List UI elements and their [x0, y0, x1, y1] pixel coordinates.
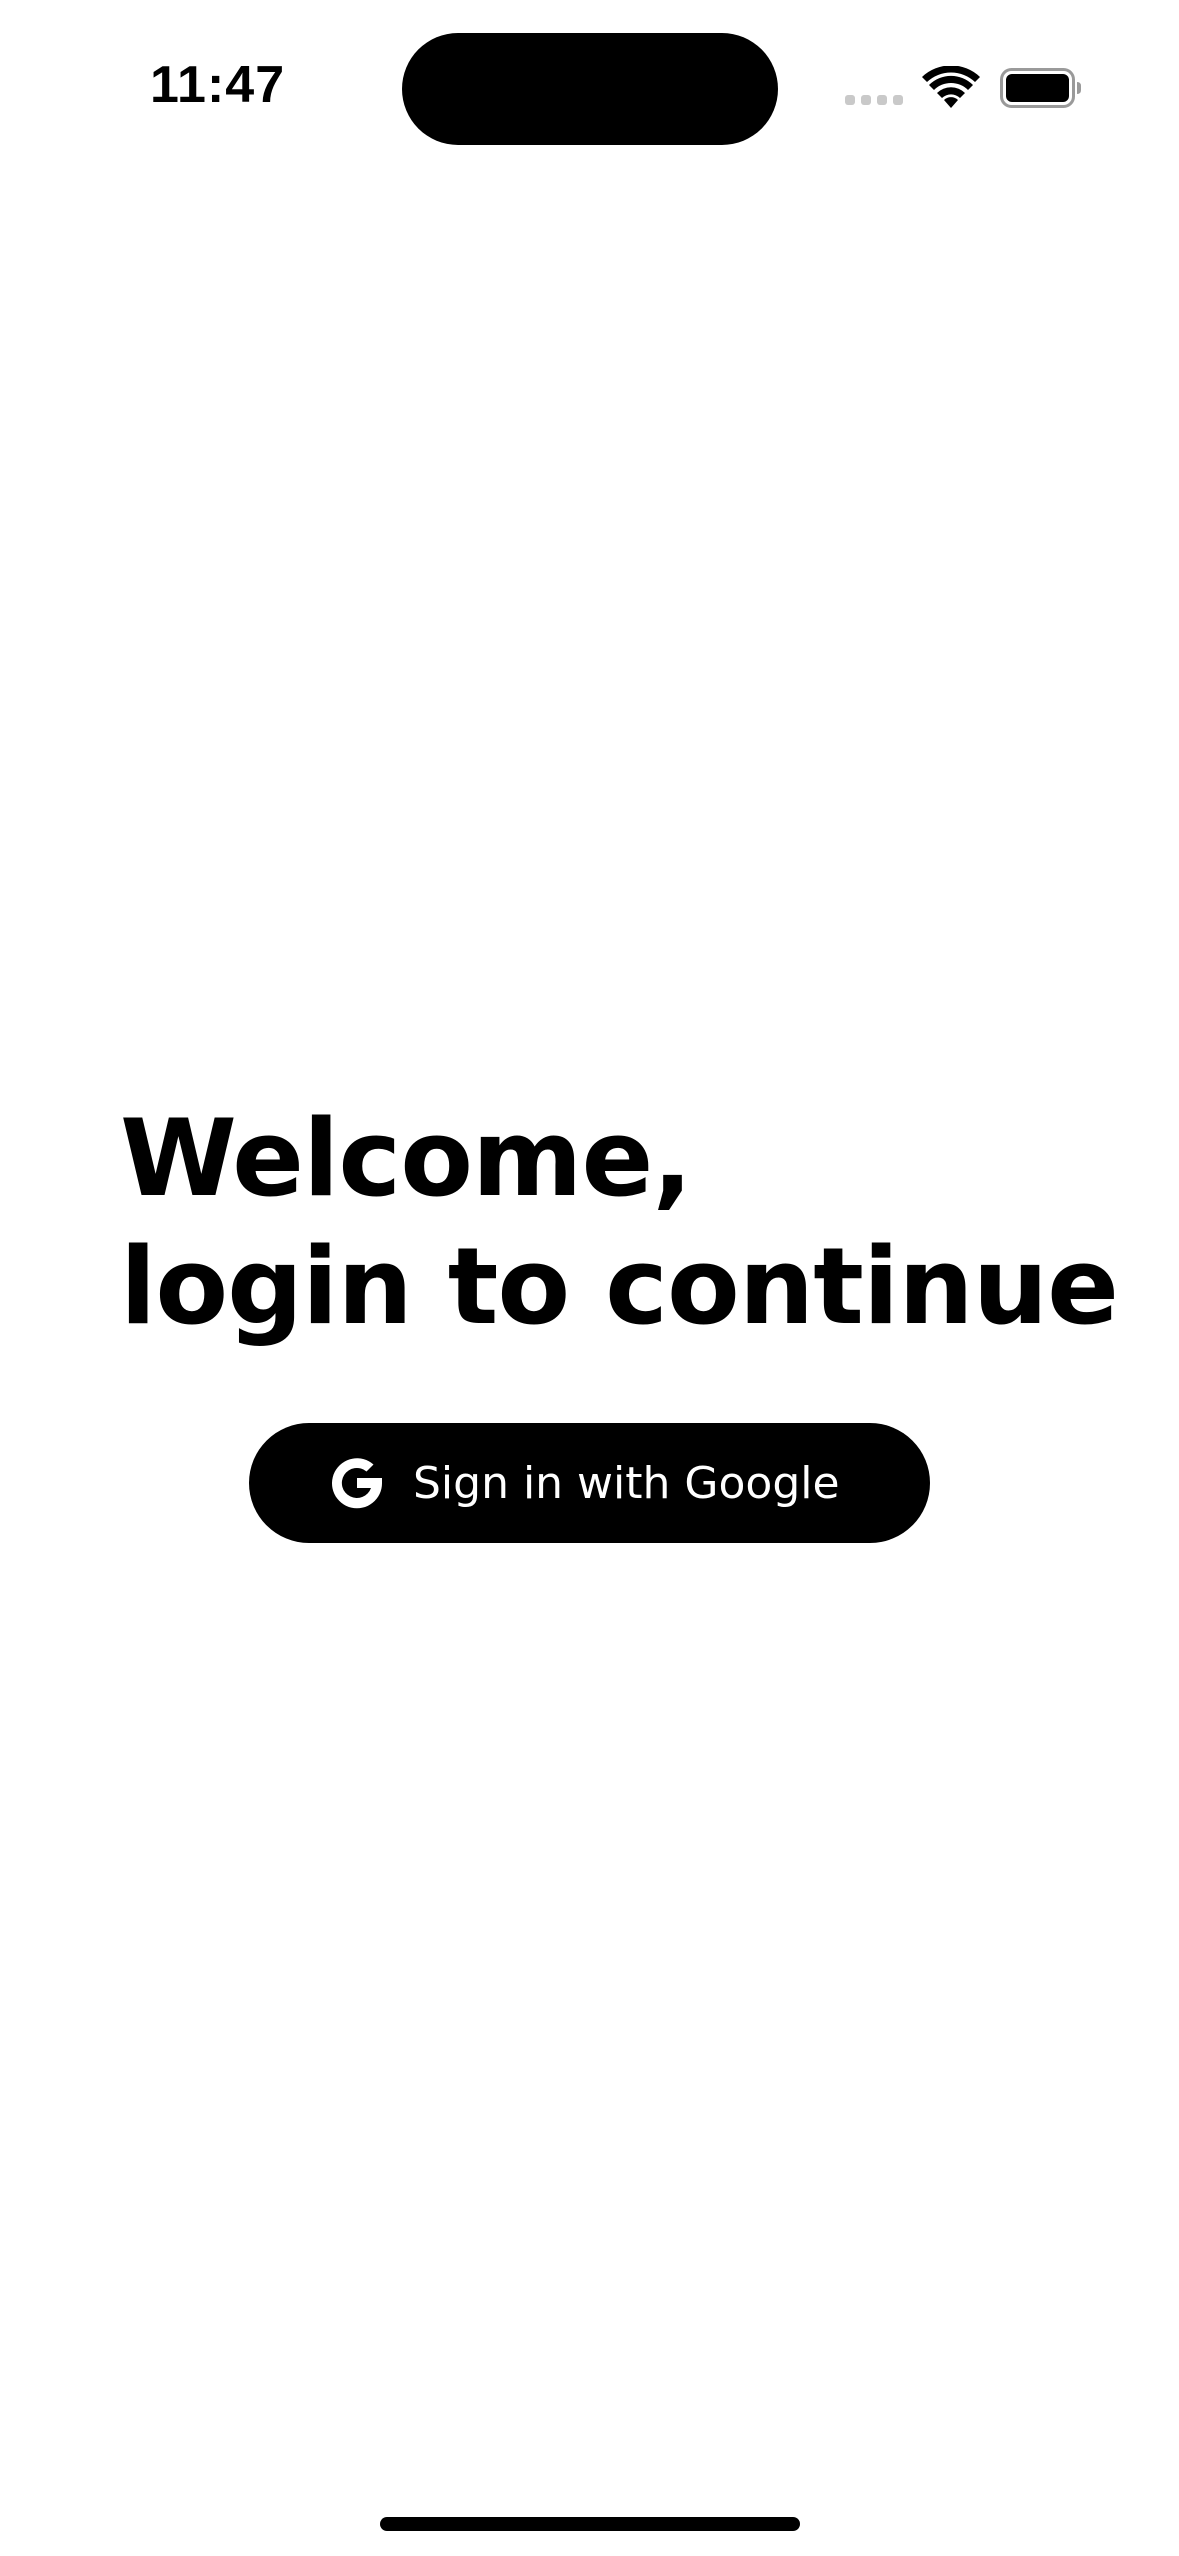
status-time: 11:47 — [150, 56, 286, 114]
welcome-heading: Welcome, login to continue — [120, 1095, 1120, 1351]
sign-in-with-google-button[interactable]: Sign in with Google — [249, 1423, 930, 1543]
welcome-line-2: login to continue — [120, 1225, 1119, 1348]
home-indicator[interactable] — [380, 2517, 800, 2531]
wifi-icon — [922, 66, 980, 108]
battery-icon — [1000, 68, 1081, 108]
google-button-label: Sign in with Google — [413, 1457, 840, 1509]
google-icon — [332, 1458, 383, 1509]
welcome-line-1: Welcome, — [120, 1097, 693, 1220]
dynamic-island — [402, 33, 778, 145]
cellular-signal-icon — [845, 95, 903, 105]
